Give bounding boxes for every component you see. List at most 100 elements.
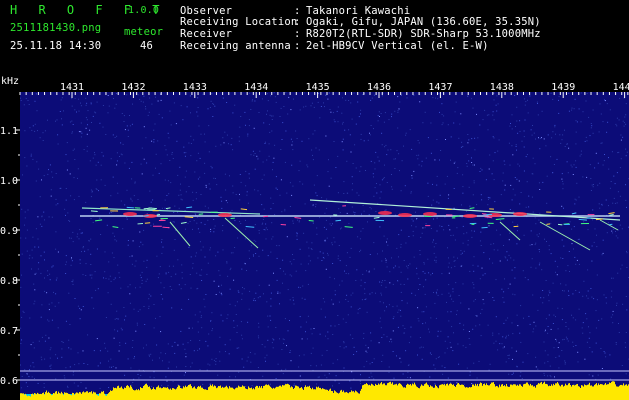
noise-speck [610,296,612,298]
noise-speck [418,289,419,290]
noise-speck [133,195,135,197]
noise-speck [545,318,547,320]
activity-bar [208,387,209,400]
noise-speck [137,199,139,200]
noise-speck [319,217,321,219]
noise-speck [466,232,468,234]
noise-speck [268,123,270,125]
noise-speck [452,300,454,302]
noise-speck [547,354,549,356]
noise-speck [436,289,438,291]
noise-speck [519,165,520,167]
activity-bar [51,395,52,400]
noise-speck [583,280,585,282]
noise-speck [194,213,196,215]
noise-speck [422,271,424,273]
noise-speck [369,207,371,208]
noise-speck [153,223,154,225]
noise-speck [205,294,207,295]
activity-bar [488,385,489,400]
noise-speck [453,332,454,334]
noise-speck [93,307,95,309]
noise-speck [607,121,609,123]
noise-speck [63,110,64,112]
noise-speck [119,156,120,157]
noise-speck [496,95,498,97]
noise-speck [355,167,357,169]
noise-speck [270,208,272,210]
noise-speck [132,382,134,383]
noise-speck [49,349,51,351]
noise-speck [373,378,375,380]
noise-speck [303,354,305,356]
noise-speck [188,142,190,144]
noise-speck [284,318,286,320]
echo-fragment [240,208,248,211]
noise-speck [479,278,481,280]
noise-speck [334,241,336,243]
activity-bar [176,388,177,400]
echo-fragment [344,226,353,228]
noise-speck [397,326,399,328]
activity-bar [215,386,216,400]
noise-speck [423,263,425,265]
noise-speck [482,274,484,276]
noise-speck [24,369,26,371]
noise-speck [276,257,278,259]
noise-speck [430,274,432,276]
noise-speck [254,300,256,302]
noise-speck [350,294,352,296]
noise-speck [257,335,259,337]
noise-speck [267,255,269,257]
noise-speck [434,383,436,385]
noise-speck [37,130,38,132]
activity-bar [358,393,359,400]
noise-speck [392,318,394,320]
activity-bar [423,385,424,400]
noise-speck [227,275,229,277]
noise-speck [436,293,438,295]
noise-speck [580,92,582,94]
noise-speck [447,266,449,268]
noise-speck [343,342,345,344]
noise-speck [423,262,425,263]
activity-bar [245,388,246,400]
noise-speck [386,182,388,183]
noise-speck [187,222,189,224]
noise-speck [400,246,402,248]
activity-bar [364,384,365,400]
noise-speck [585,136,587,138]
noise-speck [292,220,294,222]
noise-speck [82,274,84,276]
noise-speck [38,340,40,342]
noise-speck [78,363,80,365]
noise-speck [39,223,41,225]
noise-speck [44,290,46,292]
noise-speck [422,323,424,325]
noise-speck [145,344,147,346]
noise-speck [389,271,391,273]
noise-speck [443,229,445,231]
noise-speck [318,376,320,378]
noise-speck [276,279,278,281]
noise-speck [471,162,473,163]
noise-speck [27,386,29,387]
noise-speck [571,228,573,230]
noise-speck [473,256,475,258]
noise-speck [20,100,22,101]
noise-speck [125,315,127,317]
activity-bar [463,384,464,400]
noise-speck [364,282,366,284]
noise-speck [104,184,106,186]
noise-speck [253,255,254,257]
noise-speck [420,236,422,238]
activity-bar [337,392,338,400]
activity-bar [434,387,435,400]
noise-speck [148,111,150,113]
noise-speck [497,349,499,351]
activity-bar [167,387,168,400]
noise-speck [207,345,209,347]
noise-speck [609,187,611,189]
noise-speck [173,212,175,213]
activity-bar [440,384,441,400]
